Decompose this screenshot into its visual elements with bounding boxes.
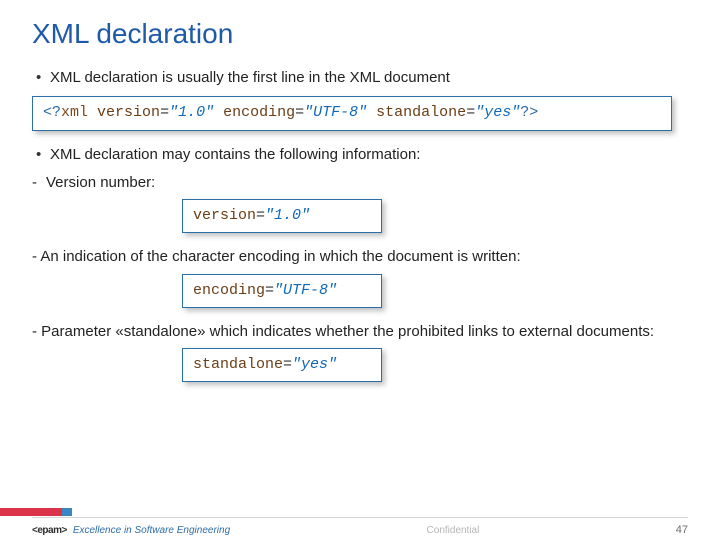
- dash-text: Version number:: [46, 173, 155, 193]
- code-encoding-box: encoding="UTF-8": [182, 274, 382, 308]
- footer-accent-bar-blue: [62, 508, 72, 516]
- bullet-dot: •: [32, 68, 50, 88]
- dash-text: An indication of the character encoding …: [40, 248, 520, 265]
- code-eq: =: [466, 104, 475, 121]
- bullet-text: XML declaration is usually the first lin…: [50, 68, 450, 88]
- code-eq: =: [160, 104, 169, 121]
- bullet-dot: •: [32, 145, 50, 165]
- code-tag: xml: [61, 104, 88, 121]
- footer-accent-bar-red: [0, 508, 62, 516]
- brand-name: epam: [37, 525, 61, 536]
- code-val: "1.0": [265, 207, 310, 224]
- bullet-item: • XML declaration is usually the first l…: [32, 68, 688, 88]
- dash-item: - Parameter «standalone» which indicates…: [32, 322, 688, 342]
- dash-mark: -: [32, 173, 46, 193]
- bullet-text: XML declaration may contains the followi…: [50, 145, 420, 165]
- slide-content: • XML declaration is usually the first l…: [0, 68, 720, 382]
- code-eq: =: [265, 282, 274, 299]
- code-attr-encoding: encoding: [223, 104, 295, 121]
- code-close: ?>: [520, 104, 538, 121]
- code-val-version: "1.0": [169, 104, 214, 121]
- dash-item: - Version number:: [32, 173, 688, 193]
- bullet-item: • XML declaration may contains the follo…: [32, 145, 688, 165]
- code-attr: encoding: [193, 282, 265, 299]
- code-attr: standalone: [193, 356, 283, 373]
- code-eq: =: [295, 104, 304, 121]
- dash-item: - An indication of the character encodin…: [32, 247, 688, 267]
- code-sp: [88, 104, 97, 121]
- code-version-box: version="1.0": [182, 199, 382, 233]
- code-sp: [367, 104, 376, 121]
- footer-row: <epam> Excellence in Software Engineerin…: [32, 524, 688, 536]
- code-sp: [214, 104, 223, 121]
- code-val: "yes": [292, 356, 337, 373]
- chevron-right-icon: >: [61, 525, 66, 536]
- code-eq: =: [283, 356, 292, 373]
- confidential-label: Confidential: [427, 525, 480, 536]
- code-attr-version: version: [97, 104, 160, 121]
- footer-divider: [32, 517, 688, 518]
- slide-footer: <epam> Excellence in Software Engineerin…: [0, 502, 720, 540]
- brand-tagline: Excellence in Software Engineering: [73, 525, 230, 536]
- code-val-standalone: "yes": [475, 104, 520, 121]
- code-val: "UTF-8": [274, 282, 337, 299]
- code-val-encoding: "UTF-8": [304, 104, 367, 121]
- code-eq: =: [256, 207, 265, 224]
- page-number: 47: [676, 524, 688, 536]
- dash-text: Parameter «standalone» which indicates w…: [41, 323, 654, 340]
- code-full-declaration: <?xml version="1.0" encoding="UTF-8" sta…: [32, 96, 672, 130]
- page-title: XML declaration: [0, 0, 720, 62]
- brand: <epam> Excellence in Software Engineerin…: [32, 525, 230, 536]
- brand-logo: <epam>: [32, 525, 67, 536]
- code-open: <?: [43, 104, 61, 121]
- code-attr: version: [193, 207, 256, 224]
- code-attr-standalone: standalone: [376, 104, 466, 121]
- code-standalone-box: standalone="yes": [182, 348, 382, 382]
